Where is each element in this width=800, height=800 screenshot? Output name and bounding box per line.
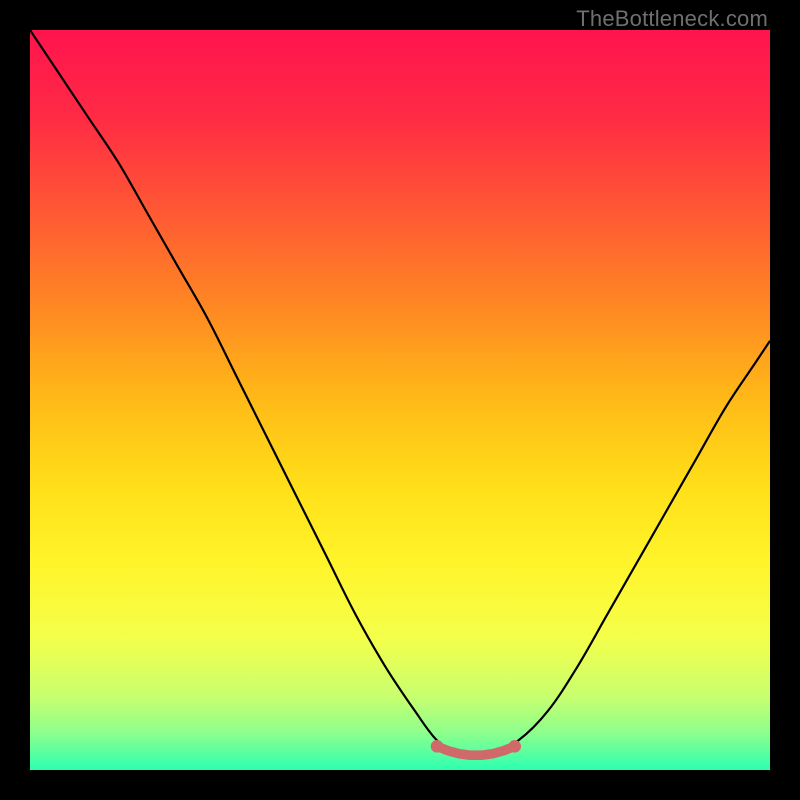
- bottleneck-chart: [30, 30, 770, 770]
- optimal-band-endpoint: [431, 740, 444, 753]
- chart-frame: { "attribution": "TheBottleneck.com", "c…: [0, 0, 800, 800]
- attribution-text: TheBottleneck.com: [576, 6, 768, 32]
- chart-background: [30, 30, 770, 770]
- chart-plot-area: [30, 30, 770, 770]
- optimal-band-endpoint: [508, 740, 521, 753]
